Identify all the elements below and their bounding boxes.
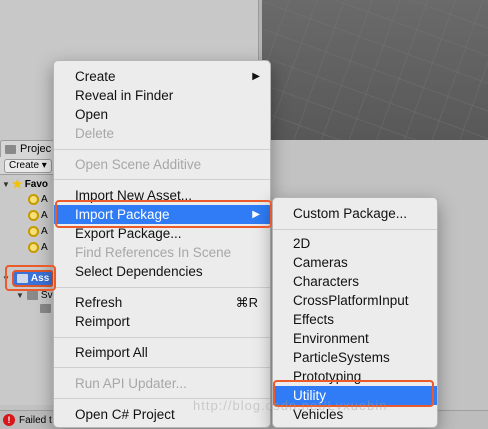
menu-separator [54, 367, 270, 368]
watermark-text: http://blog.csdn.net/Lvxuebin [193, 398, 388, 413]
expand-triangle-icon[interactable]: ▼ [2, 274, 10, 283]
menu-item-label: Environment [293, 331, 369, 346]
menu-item-label: Import New Asset... [75, 188, 193, 203]
menu-item-label: Delete [75, 126, 115, 141]
submenu-item-crossplatforminput[interactable]: CrossPlatformInput [273, 291, 437, 310]
submenu-arrow-icon: ▶ [252, 209, 260, 220]
menu-separator [273, 229, 437, 230]
shortcut-hint: ⌘R [235, 295, 258, 310]
folder-icon [5, 144, 16, 154]
menu-item-create[interactable]: Create ▶ [54, 67, 270, 86]
assets-folder-selected[interactable]: Ass [11, 270, 55, 287]
menu-item-export-package[interactable]: Export Package... [54, 224, 270, 243]
menu-item-label: Run API Updater... [75, 376, 187, 391]
menu-item-label: 2D [293, 236, 311, 251]
search-icon [28, 194, 39, 205]
project-tab[interactable]: Projec [0, 140, 60, 157]
expand-triangle-icon[interactable]: ▼ [16, 291, 24, 300]
menu-separator [54, 287, 270, 288]
search-icon [28, 226, 39, 237]
favorite-search-label: A [41, 242, 48, 253]
folder-icon [16, 274, 28, 283]
menu-item-label: Open [75, 107, 109, 122]
expand-triangle-icon[interactable]: ▼ [2, 180, 10, 189]
context-menu: Create ▶ Reveal in Finder Open Delete Op… [53, 60, 271, 428]
favorite-search-item[interactable]: A [28, 210, 48, 221]
star-icon: ★ [11, 177, 23, 191]
menu-item-label: Custom Package... [293, 206, 408, 221]
assets-label: Ass [30, 273, 50, 284]
favorites-row[interactable]: ▼ ★ Favo [2, 178, 48, 190]
menu-item-label: Reimport All [75, 345, 148, 360]
menu-item-label: CrossPlatformInput [293, 293, 409, 308]
menu-item-label: Find References In Scene [75, 245, 232, 260]
menu-item-find-references: Find References In Scene [54, 243, 270, 262]
folder-icon [40, 304, 51, 313]
menu-item-open[interactable]: Open [54, 105, 270, 124]
menu-item-reveal-in-finder[interactable]: Reveal in Finder [54, 86, 270, 105]
submenu-item-environment[interactable]: Environment [273, 329, 437, 348]
submenu-arrow-icon: ▶ [252, 71, 260, 82]
menu-item-run-api-updater: Run API Updater... [54, 374, 270, 393]
favorite-search-item[interactable]: A [28, 242, 48, 253]
menu-separator [54, 337, 270, 338]
submenu-item-cameras[interactable]: Cameras [273, 253, 437, 272]
submenu-item-2d[interactable]: 2D [273, 234, 437, 253]
menu-item-label: Reveal in Finder [75, 88, 174, 103]
create-button[interactable]: Create ▾ [4, 159, 52, 173]
menu-item-label: Select Dependencies [75, 264, 203, 279]
menu-item-label: Reimport [75, 314, 130, 329]
search-icon [28, 210, 39, 221]
menu-item-label: Cameras [293, 255, 348, 270]
menu-separator [54, 149, 270, 150]
menu-item-label: Effects [293, 312, 335, 327]
menu-separator [54, 179, 270, 180]
import-package-submenu: Custom Package... 2D Cameras Characters … [272, 197, 438, 428]
submenu-item-prototyping[interactable]: Prototyping [273, 367, 437, 386]
favorite-search-item[interactable]: A [28, 194, 48, 205]
error-icon: ! [3, 414, 15, 426]
menu-item-delete: Delete [54, 124, 270, 143]
menu-item-label: ParticleSystems [293, 350, 390, 365]
menu-item-refresh[interactable]: Refresh ⌘R [54, 293, 270, 312]
menu-item-import-new-asset[interactable]: Import New Asset... [54, 186, 270, 205]
menu-item-reimport-all[interactable]: Reimport All [54, 343, 270, 362]
submenu-item-particlesystems[interactable]: ParticleSystems [273, 348, 437, 367]
menu-item-reimport[interactable]: Reimport [54, 312, 270, 331]
menu-item-label: Prototyping [293, 369, 362, 384]
scene-view[interactable] [262, 0, 488, 140]
menu-item-import-package[interactable]: Import Package ▶ [54, 205, 270, 224]
favorites-label: Favo [24, 178, 49, 190]
search-icon [28, 242, 39, 253]
menu-item-select-dependencies[interactable]: Select Dependencies [54, 262, 270, 281]
project-tab-label: Projec [20, 143, 52, 155]
asset-subfolder-row[interactable] [40, 304, 54, 313]
submenu-item-effects[interactable]: Effects [273, 310, 437, 329]
menu-item-label: Refresh [75, 295, 123, 310]
favorite-search-item[interactable]: A [28, 226, 48, 237]
menu-item-open-scene-additive: Open Scene Additive [54, 155, 270, 174]
favorite-search-label: A [41, 210, 48, 221]
submenu-item-characters[interactable]: Characters [273, 272, 437, 291]
asset-subfolder-row[interactable]: ▼ Sv [16, 290, 53, 301]
menu-item-label: Open Scene Additive [75, 157, 202, 172]
status-message[interactable]: Failed t [19, 415, 52, 426]
submenu-item-custom-package[interactable]: Custom Package... [273, 204, 437, 223]
menu-item-label: Import Package [75, 207, 170, 222]
assets-row[interactable]: ▼ Ass [2, 270, 55, 287]
favorite-search-label: A [41, 194, 48, 205]
favorite-search-label: A [41, 226, 48, 237]
folder-icon [26, 291, 38, 300]
menu-item-label: Open C# Project [75, 407, 175, 422]
menu-item-label: Create [75, 69, 116, 84]
subfolder-label: Sv [40, 290, 53, 301]
menu-item-label: Characters [293, 274, 360, 289]
menu-item-label: Export Package... [75, 226, 182, 241]
